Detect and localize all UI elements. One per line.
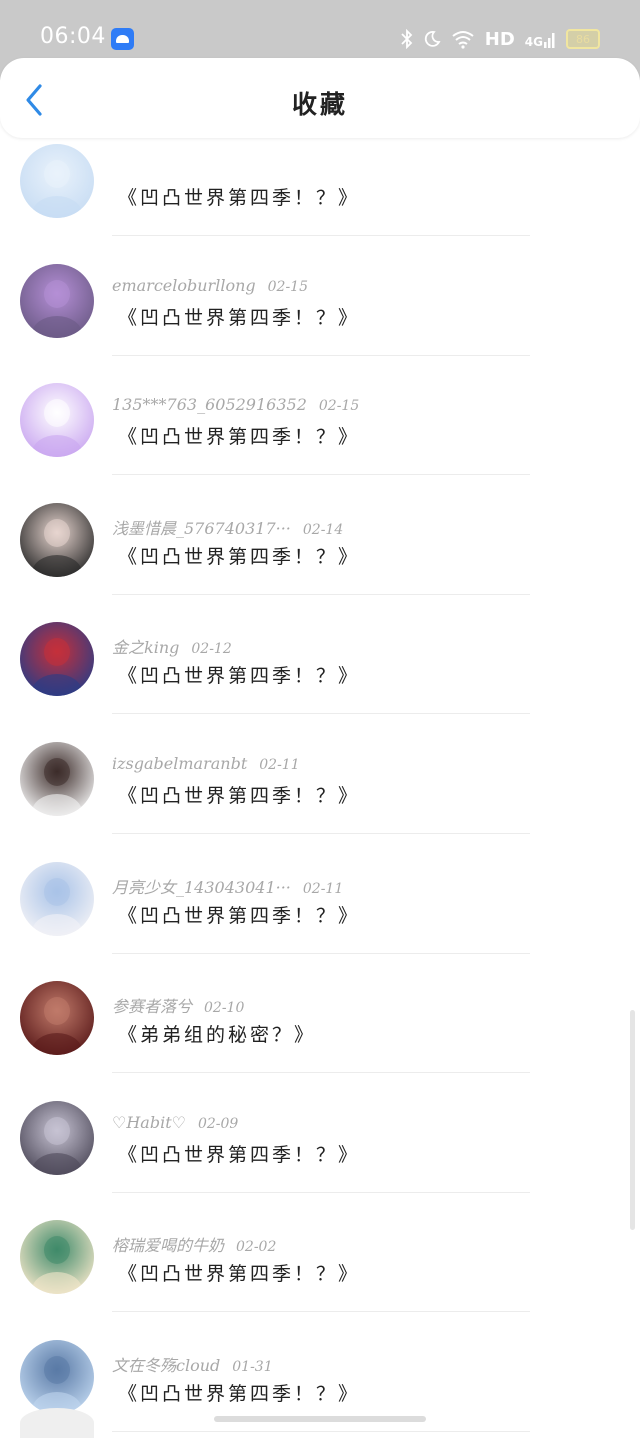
item-meta: 月亮少女_143043041··· 02-11	[112, 874, 343, 898]
avatar[interactable]	[20, 1340, 94, 1414]
moon-icon	[424, 31, 441, 47]
post-date: 01-31	[232, 1359, 273, 1375]
post-date: 02-15	[318, 398, 360, 415]
list-item[interactable]: izsgabelmaranbt 02-11 《凹凸世界第四季！？》	[0, 673, 640, 834]
hd-indicator: HD	[484, 28, 515, 50]
list-item[interactable]: 参赛者落兮 02-10 《弟弟组的秘密？》	[0, 912, 640, 1074]
avatar	[20, 1408, 94, 1438]
item-meta: ♡Habit♡ 02-09	[112, 1113, 238, 1132]
scrollbar[interactable]	[630, 1010, 635, 1230]
username[interactable]: emarceloburllong	[112, 276, 256, 295]
item-meta: 榕瑞爱喝的牛奶 02-02	[112, 1232, 276, 1256]
signal-icon: 4G	[525, 30, 556, 48]
list-item[interactable]: 榕瑞爱喝的牛奶 02-02 《凹凸世界第四季！？》	[0, 1151, 640, 1313]
username[interactable]: 月亮少女_143043041···	[112, 878, 291, 897]
item-meta: 浅墨惜晨_576740317··· 02-14	[112, 515, 343, 539]
item-meta: 参赛者落兮 02-10	[112, 993, 244, 1017]
post-title[interactable]: 《凹凸世界第四季！？》	[118, 1379, 360, 1406]
item-meta: izsgabelmaranbt 02-11	[112, 754, 300, 773]
post-date: 02-10	[204, 1000, 245, 1017]
post-date: 02-11	[302, 880, 344, 897]
header: 收藏	[0, 58, 640, 138]
item-meta: 文在冬殇cloud 01-31	[112, 1352, 273, 1376]
username[interactable]: 金之king	[112, 638, 179, 657]
item-meta: 135***763_6052916352 02-15	[112, 395, 359, 414]
battery-level: 86	[576, 32, 590, 46]
username[interactable]: 参赛者落兮	[112, 997, 192, 1016]
username[interactable]: ♡Habit♡	[112, 1113, 186, 1132]
username[interactable]: 浅墨惜晨_576740317···	[112, 519, 291, 538]
app-notification-icon	[111, 28, 134, 50]
item-meta: emarceloburllong 02-15	[112, 276, 308, 295]
list-item[interactable]: 文在冬殇cloud 01-31 《凹凸世界第四季！？》	[0, 1271, 640, 1432]
wifi-icon	[452, 31, 474, 49]
page-title: 收藏	[291, 90, 348, 119]
list-item[interactable]: ♡Habit♡ 02-09 《凹凸世界第四季！？》	[0, 1032, 640, 1193]
status-time: 06:04	[40, 24, 106, 49]
username[interactable]: 文在冬殇cloud	[112, 1356, 220, 1375]
bluetooth-icon	[401, 29, 413, 49]
username[interactable]: izsgabelmaranbt	[112, 754, 247, 773]
list-item[interactable]: 135***763_6052916352 02-15 《凹凸世界第四季！？》	[0, 314, 640, 476]
list-item[interactable]: 月亮少女_143043041··· 02-11 《凹凸世界第四季！？》	[0, 793, 640, 954]
list-item[interactable]: emarceloburllong 02-15 《凹凸世界第四季！？》	[0, 195, 640, 356]
username[interactable]: 135***763_6052916352	[112, 395, 307, 414]
item-meta: 金之king 02-12	[112, 634, 232, 658]
battery-icon: 86	[566, 29, 600, 49]
status-icons: HD 4G 86	[401, 25, 600, 53]
divider	[112, 1431, 530, 1432]
list-item[interactable]: 金之king 02-12 《凹凸世界第四季！？》	[0, 553, 640, 715]
post-date: 02-12	[191, 641, 232, 658]
post-date: 02-09	[197, 1115, 239, 1132]
username[interactable]: 榕瑞爱喝的牛奶	[112, 1236, 224, 1255]
network-type: 4G	[524, 35, 543, 49]
post-date: 02-14	[302, 521, 344, 538]
home-indicator[interactable]	[214, 1416, 426, 1422]
list-item[interactable]: 浅墨惜晨_576740317··· 02-14 《凹凸世界第四季！？》	[0, 434, 640, 595]
post-date: 02-15	[267, 278, 308, 295]
post-date: 02-02	[236, 1239, 277, 1256]
post-date: 02-11	[259, 757, 300, 773]
